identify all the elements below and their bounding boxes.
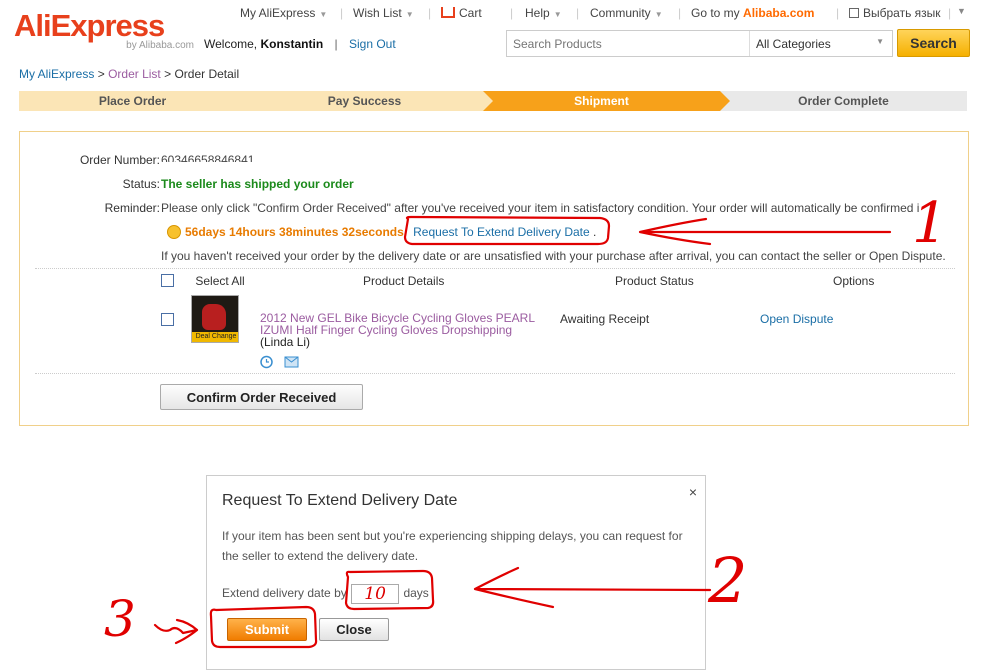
select-all-checkbox[interactable] [161, 274, 174, 287]
annotation-arrow-3 [153, 618, 199, 645]
breadcrumb-current: Order Detail [174, 67, 240, 81]
chevron-down-icon: ▼ [319, 10, 328, 19]
user-name: Konstantin [260, 37, 324, 51]
close-button[interactable]: Close [319, 618, 389, 641]
open-dispute-link[interactable]: Open Dispute [760, 312, 833, 326]
nav-language[interactable]: Выбрать язык [849, 6, 941, 20]
category-select[interactable]: All Categories ▼ [749, 31, 892, 56]
nav-community[interactable]: Community ▼ [590, 6, 663, 20]
reminder-label: Reminder: [104, 201, 160, 215]
annotation-number-3: 3 [104, 590, 136, 648]
item-checkbox[interactable] [161, 313, 174, 326]
thumbnail-tag: Deal Change [192, 332, 238, 342]
select-all-row: Select All [161, 274, 245, 288]
order-number-label: Order Number: [79, 153, 160, 167]
column-product-status: Product Status [615, 274, 694, 288]
nav-wish-list[interactable]: Wish List ▼ [353, 6, 414, 20]
nav-my-aliexpress[interactable]: My AliExpress ▼ [240, 6, 327, 20]
days-input[interactable]: 10 [351, 584, 400, 604]
language-icon [849, 8, 859, 18]
select-all-label: Select All [195, 274, 245, 288]
submit-button[interactable]: Submit [227, 618, 307, 641]
chevron-down-icon: ▼ [553, 10, 562, 19]
nav-go-to-alibaba[interactable]: Go to my Alibaba.com [691, 6, 814, 20]
welcome-bar: Welcome, Konstantin | Sign Out [204, 37, 396, 51]
extend-suffix: days [403, 586, 429, 601]
column-options: Options [833, 274, 875, 288]
step-place-order: Place Order [19, 91, 256, 111]
order-number-value: 60346658846841 [161, 153, 255, 162]
product-status: Awaiting Receipt [560, 312, 650, 326]
breadcrumb-my-aliexpress[interactable]: My AliExpress [19, 67, 94, 81]
order-progress: Place Order Pay Success Shipment Order C… [19, 91, 967, 111]
chevron-down-icon[interactable]: ▼ [957, 6, 966, 16]
product-info: 2012 New GEL Bike Bicycle Cycling Gloves… [260, 312, 535, 348]
order-detail-panel: Order Number: 60346658846841 Status: The… [19, 131, 969, 426]
clock-icon [167, 225, 181, 239]
search-button[interactable]: Search [897, 29, 970, 57]
breadcrumb-order-list[interactable]: Order List [108, 67, 161, 81]
extend-prefix: Extend delivery date by [222, 586, 347, 601]
dialog-title: Request To Extend Delivery Date [222, 492, 458, 509]
status-label: Status: [122, 177, 160, 191]
extend-delivery-link[interactable]: Request To Extend Delivery Date [413, 225, 590, 239]
nav-cart[interactable]: Cart [441, 6, 482, 20]
status-value: The seller has shipped your order [161, 177, 354, 191]
chevron-down-icon: ▼ [654, 10, 663, 19]
step-pay-success: Pay Success [246, 91, 493, 111]
nav-help[interactable]: Help ▼ [525, 6, 562, 20]
sign-out-link[interactable]: Sign Out [349, 37, 396, 51]
annotation-number-2: 2 [707, 544, 747, 617]
chevron-down-icon: ▼ [876, 37, 884, 46]
chevron-down-icon: ▼ [405, 10, 414, 19]
search-box: All Categories ▼ [506, 30, 893, 57]
product-thumbnail[interactable]: Deal Change [191, 295, 239, 343]
logo-text: AliExpress [14, 8, 165, 43]
item-checkbox-wrap [161, 313, 174, 327]
dialog-description: If your item has been sent but you're ex… [222, 529, 683, 563]
alarm-clock-icon[interactable] [259, 354, 274, 369]
breadcrumb: My AliExpress > Order List > Order Detai… [19, 67, 240, 81]
countdown-row: 56days 14hours 38minutes 32seconds Reque… [167, 225, 596, 239]
close-icon[interactable]: × [689, 484, 697, 500]
step-shipment: Shipment [483, 91, 730, 111]
countdown-timer: 56days 14hours 38minutes 32seconds [185, 225, 404, 239]
cart-icon [441, 7, 455, 18]
seller-name: (Linda Li) [260, 335, 311, 349]
logo-subtitle: by Alibaba.com [126, 40, 194, 51]
extend-days-row: Extend delivery date by 10 days [222, 584, 429, 604]
message-icon[interactable] [284, 354, 299, 369]
confirm-order-received-button[interactable]: Confirm Order Received [160, 384, 363, 410]
extend-delivery-dialog: Request To Extend Delivery Date × If you… [206, 475, 706, 670]
dispute-info: If you haven't received your order by th… [161, 249, 946, 263]
welcome-prefix: Welcome, [204, 37, 258, 51]
aliexpress-logo[interactable]: AliExpress by Alibaba.com [14, 8, 194, 56]
step-order-complete: Order Complete [720, 91, 967, 111]
column-product-details: Product Details [363, 274, 445, 288]
search-input[interactable] [507, 31, 749, 56]
reminder-text: Please only click "Confirm Order Receive… [161, 201, 920, 215]
